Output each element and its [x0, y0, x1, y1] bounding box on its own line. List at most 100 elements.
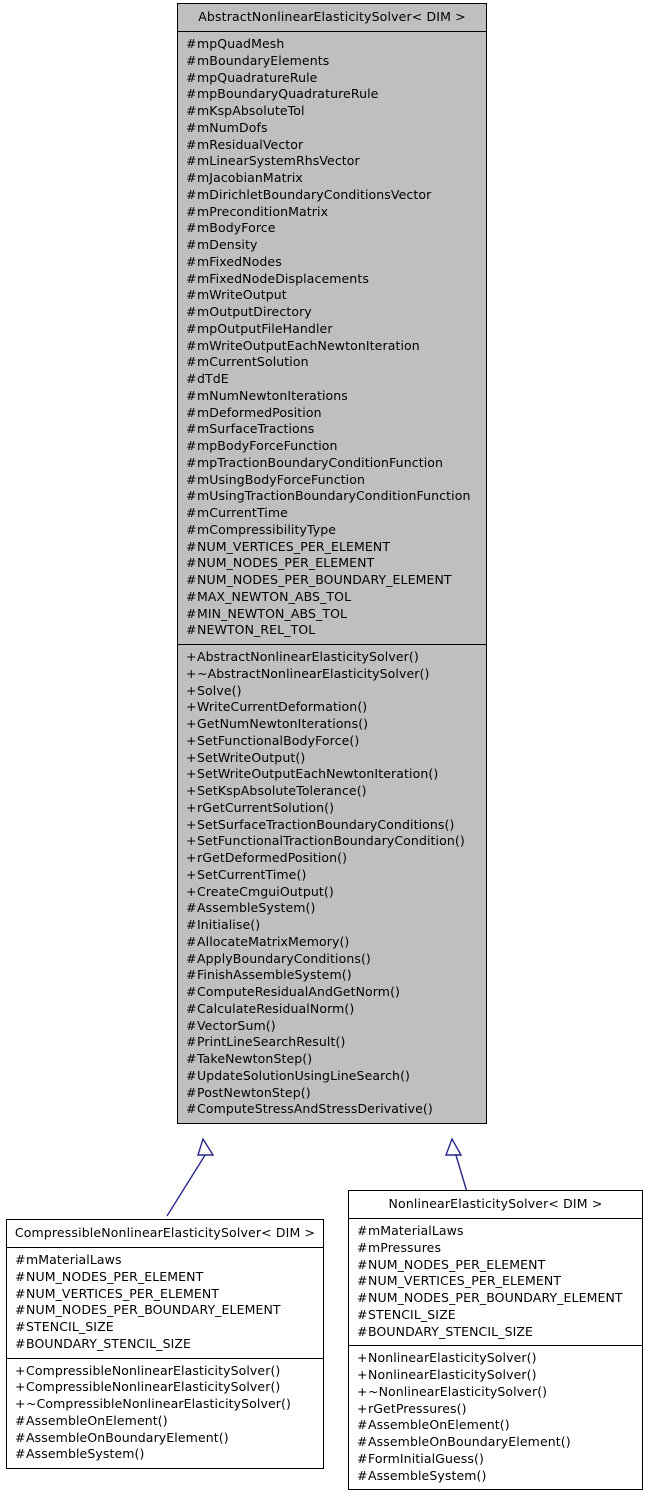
- visibility-symbol: #: [186, 967, 197, 983]
- attribute-item: #mWriteOutputEachNewtonIteration: [178, 338, 486, 355]
- method-label: Solve(): [197, 682, 242, 698]
- visibility-symbol: #: [186, 337, 197, 353]
- visibility-symbol: #: [357, 1450, 368, 1466]
- visibility-symbol: #: [186, 119, 197, 135]
- attribute-label: mDirichletBoundaryConditionsVector: [197, 186, 432, 202]
- visibility-symbol: #: [15, 1446, 26, 1462]
- attribute-item: #mBodyForce: [178, 220, 486, 237]
- visibility-symbol: #: [357, 1273, 368, 1289]
- method-label: SetFunctionalBodyForce(): [197, 732, 360, 748]
- method-label: PrintLineSearchResult(): [197, 1034, 346, 1050]
- method-item: +Solve(): [178, 683, 486, 700]
- attribute-item: #mpQuadratureRule: [178, 70, 486, 87]
- visibility-symbol: #: [186, 287, 197, 303]
- attribute-item: #mKspAbsoluteTol: [178, 103, 486, 120]
- attribute-label: mPressures: [368, 1239, 442, 1255]
- method-item: #ApplyBoundaryConditions(): [178, 951, 486, 968]
- uml-class-diagram: AbstractNonlinearElasticitySolver< DIM >…: [0, 0, 651, 1501]
- attribute-label: NUM_NODES_PER_BOUNDARY_ELEMENT: [26, 1302, 281, 1318]
- method-label: VectorSum(): [197, 1017, 276, 1033]
- visibility-symbol: +: [186, 699, 197, 715]
- visibility-symbol: +: [15, 1362, 26, 1378]
- attribute-item: #NUM_NODES_PER_ELEMENT: [178, 555, 486, 572]
- method-label: SetFunctionalTractionBoundaryCondition(): [197, 833, 465, 849]
- class-title-nonlinear-elasticity-solver: NonlinearElasticitySolver< DIM >: [388, 1196, 603, 1211]
- visibility-symbol: +: [186, 833, 197, 849]
- visibility-symbol: +: [186, 665, 197, 681]
- method-label: NonlinearElasticitySolver(): [368, 1350, 537, 1366]
- method-item: +CompressibleNonlinearElasticitySolver(): [7, 1379, 323, 1396]
- inheritance-arrow-left: [166, 1137, 215, 1217]
- method-label: CreateCmguiOutput(): [197, 883, 334, 899]
- method-list-nonlinear-elasticity-solver: +NonlinearElasticitySolver() +NonlinearEl…: [349, 1346, 642, 1489]
- attribute-label: mMaterialLaws: [368, 1223, 464, 1238]
- visibility-symbol: #: [186, 1034, 197, 1050]
- method-label: TakeNewtonStep(): [197, 1051, 313, 1066]
- inheritance-arrow-right: [444, 1137, 468, 1193]
- visibility-symbol: +: [186, 783, 197, 798]
- method-label: SetWriteOutput(): [197, 749, 306, 765]
- visibility-symbol: #: [186, 253, 197, 269]
- visibility-symbol: #: [186, 538, 197, 554]
- visibility-symbol: #: [186, 52, 197, 68]
- method-label: rGetCurrentSolution(): [197, 799, 335, 815]
- visibility-symbol: #: [186, 371, 197, 386]
- method-label: NonlinearElasticitySolver(): [368, 1367, 537, 1382]
- attribute-label: mPreconditionMatrix: [197, 203, 329, 219]
- method-item: +rGetPressures(): [349, 1401, 642, 1418]
- visibility-symbol: #: [15, 1319, 26, 1334]
- visibility-symbol: #: [186, 933, 197, 949]
- attribute-label: mSurfaceTractions: [197, 421, 315, 437]
- attribute-item: #STENCIL_SIZE: [7, 1319, 323, 1336]
- attribute-label: MIN_NEWTON_ABS_TOL: [197, 605, 348, 621]
- method-label: PostNewtonStep(): [197, 1084, 311, 1100]
- method-item: #AssembleSystem(): [7, 1446, 323, 1463]
- visibility-symbol: #: [186, 237, 197, 252]
- attribute-item: #BOUNDARY_STENCIL_SIZE: [349, 1324, 642, 1341]
- attribute-item: #NUM_VERTICES_PER_ELEMENT: [7, 1286, 323, 1303]
- method-item: +rGetCurrentSolution(): [178, 800, 486, 817]
- attribute-item: #mNumDofs: [178, 120, 486, 137]
- attribute-label: mCurrentSolution: [197, 354, 309, 370]
- attribute-label: STENCIL_SIZE: [368, 1306, 456, 1322]
- method-label: GetNumNewtonIterations(): [197, 716, 369, 731]
- visibility-symbol: #: [186, 572, 197, 587]
- attribute-label: mpOutputFileHandler: [197, 320, 333, 336]
- attribute-label: NUM_VERTICES_PER_ELEMENT: [26, 1285, 220, 1301]
- visibility-symbol: +: [186, 850, 197, 865]
- visibility-symbol: +: [186, 732, 197, 748]
- class-box-abstract-nonlinear-elasticity-solver[interactable]: AbstractNonlinearElasticitySolver< DIM >…: [177, 3, 487, 1124]
- visibility-symbol: #: [15, 1285, 26, 1301]
- visibility-symbol: #: [186, 354, 197, 370]
- method-item: #AssembleOnElement(): [349, 1417, 642, 1434]
- method-item: +~AbstractNonlinearElasticitySolver(): [178, 666, 486, 683]
- class-box-nonlinear-elasticity-solver[interactable]: NonlinearElasticitySolver< DIM > # mMater…: [348, 1190, 643, 1491]
- visibility-symbol: #: [186, 605, 197, 621]
- method-label: FinishAssembleSystem(): [197, 967, 352, 983]
- attribute-item: #NUM_NODES_PER_BOUNDARY_ELEMENT: [178, 572, 486, 589]
- visibility-symbol: +: [357, 1367, 368, 1382]
- visibility-symbol: #: [186, 1101, 197, 1117]
- visibility-symbol: #: [357, 1290, 368, 1305]
- visibility-symbol: #: [357, 1434, 368, 1449]
- visibility-symbol: #: [186, 421, 197, 437]
- method-item: #VectorSum(): [178, 1018, 486, 1035]
- visibility-symbol: #: [186, 588, 197, 604]
- attribute-label: mLinearSystemRhsVector: [197, 153, 360, 169]
- class-box-compressible-nonlinear-elasticity-solver[interactable]: CompressibleNonlinearElasticitySolver< D…: [6, 1219, 324, 1469]
- visibility-symbol: #: [186, 203, 197, 219]
- method-label: SetCurrentTime(): [197, 866, 307, 882]
- attribute-item: #NUM_NODES_PER_BOUNDARY_ELEMENT: [349, 1290, 642, 1307]
- method-label: ~AbstractNonlinearElasticitySolver(): [197, 665, 430, 681]
- method-label: rGetDeformedPosition(): [197, 850, 348, 865]
- attribute-item: #NUM_NODES_PER_ELEMENT: [7, 1269, 323, 1286]
- attribute-item: #mpBodyForceFunction: [178, 438, 486, 455]
- method-label: CompressibleNonlinearElasticitySolver(): [26, 1362, 281, 1378]
- attribute-label: NUM_VERTICES_PER_ELEMENT: [368, 1273, 562, 1289]
- class-title-abstract-nonlinear-elasticity-solver: AbstractNonlinearElasticitySolver< DIM >: [198, 9, 466, 24]
- visibility-symbol: #: [186, 387, 197, 403]
- attribute-item: #mpTractionBoundaryConditionFunction: [178, 455, 486, 472]
- visibility-symbol: #: [186, 36, 197, 51]
- visibility-symbol: +: [186, 749, 197, 765]
- method-item: #AssembleOnBoundaryElement(): [7, 1430, 323, 1447]
